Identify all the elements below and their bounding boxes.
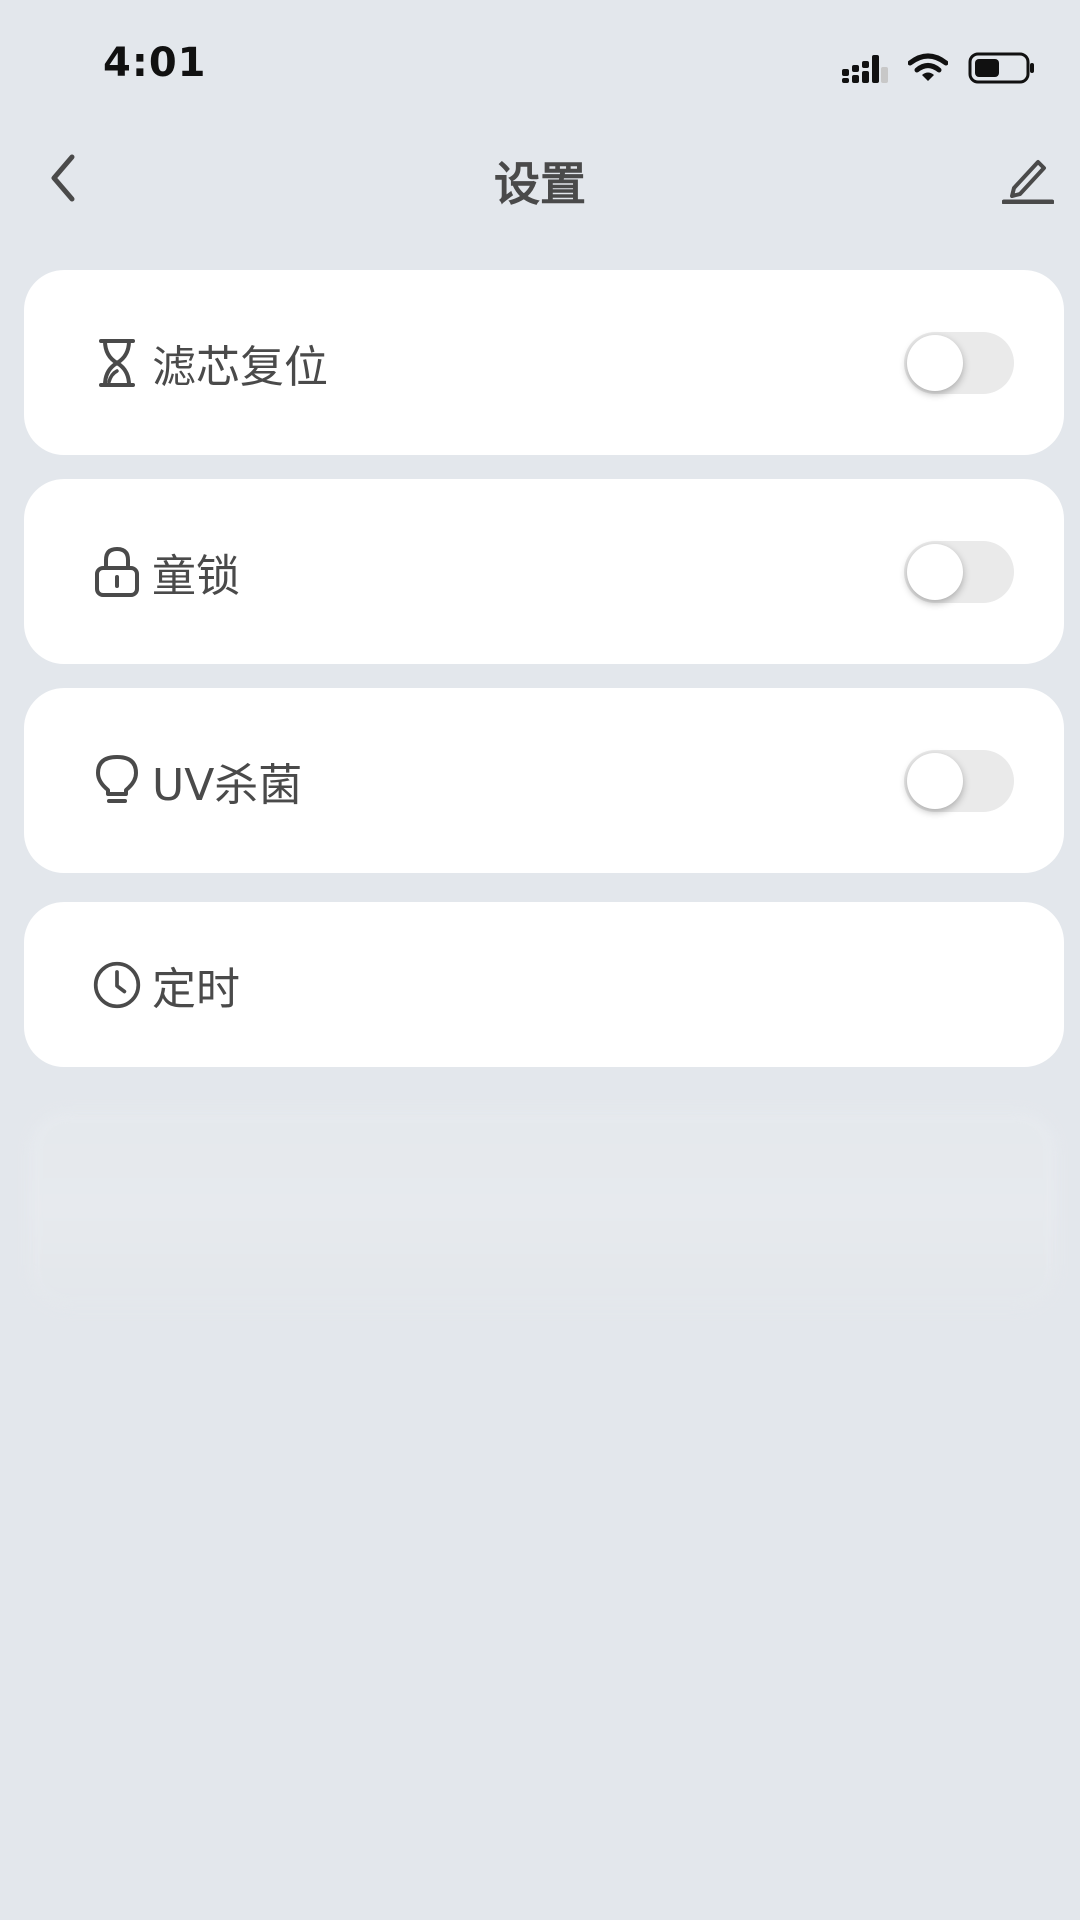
setting-label: 定时 [152, 963, 240, 1015]
status-time: 4:01 [103, 40, 207, 86]
setting-timer[interactable]: 定时 [24, 902, 1064, 1067]
setting-label: 滤芯复位 [152, 341, 328, 393]
cellular-signal-icon [842, 53, 888, 83]
empty-placeholder-area [28, 1110, 1058, 1310]
setting-filter-reset: 滤芯复位 [24, 270, 1064, 455]
battery-icon [968, 52, 1036, 84]
status-icons [842, 48, 1036, 88]
lightbulb-icon [92, 754, 142, 808]
child-lock-toggle[interactable] [904, 540, 1014, 603]
toggle-knob [907, 752, 963, 809]
wifi-icon [908, 53, 948, 83]
lock-icon [92, 545, 142, 599]
hourglass-icon [92, 336, 142, 390]
setting-label: 童锁 [152, 550, 240, 602]
toggle-knob [907, 334, 963, 391]
toggle-knob [907, 543, 963, 600]
nav-bar: 设置 [0, 140, 1080, 211]
filter-reset-toggle[interactable] [904, 331, 1014, 394]
clock-icon [92, 958, 142, 1012]
pencil-icon [1002, 160, 1054, 204]
setting-label: UV杀菌 [152, 759, 303, 811]
setting-child-lock: 童锁 [24, 479, 1064, 664]
page-title: 设置 [494, 157, 586, 211]
edit-button[interactable] [998, 148, 1058, 208]
uv-sterilization-toggle[interactable] [904, 749, 1014, 812]
status-bar: 4:01 [0, 0, 1080, 130]
setting-uv-sterilization: UV杀菌 [24, 688, 1064, 873]
